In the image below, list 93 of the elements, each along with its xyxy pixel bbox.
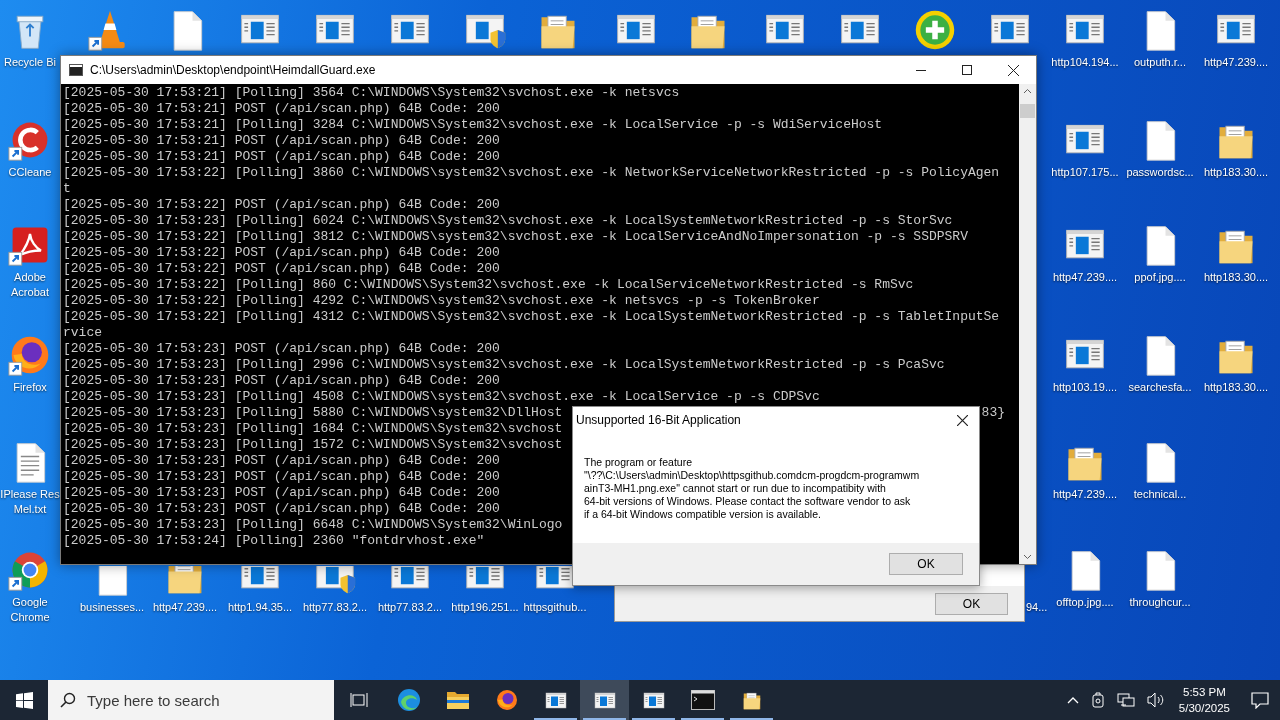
task-view-icon [349, 691, 370, 709]
windows-logo-icon [15, 691, 33, 709]
console-line: [2025-05-30 17:53:23] [Polling] 5880 C:\WINDOWS\system32\DllHost [63, 405, 563, 421]
search-field[interactable]: Type here to search [48, 680, 334, 720]
chevron-up-icon[interactable] [1066, 696, 1079, 704]
taskbar-app-button[interactable] [580, 680, 629, 720]
scroll-up-icon[interactable] [1023, 88, 1032, 94]
icon-label[interactable]: businesses... [79, 600, 145, 615]
console-line: [2025-05-30 17:53:23] [Polling] 1684 C:\WINDOWS\System32\svchost [63, 421, 563, 437]
icon-label[interactable]: searchesfa... [1128, 380, 1192, 395]
search-icon [60, 692, 76, 708]
console-line: [2025-05-30 17:53:22] [Polling] 4312 C:\WINDOWS\System32\svchost.exe -k LocalSystemNetworkRestricted -p -s TabletInputSe [63, 309, 1000, 325]
icon-label[interactable]: http47.239.... [1203, 55, 1269, 70]
folder-icon [445, 690, 470, 710]
icon-label[interactable]: IPlease Res Mel.txt [0, 487, 60, 517]
console-line: [2025-05-30 17:53:23] [Polling] 1572 C:\WINDOWS\System32\svchost [63, 437, 563, 453]
network-icon[interactable] [1116, 692, 1135, 708]
icon-label[interactable]: ppof.jpg.... [1134, 270, 1186, 285]
clock-time[interactable]: 5:53 PM [1183, 684, 1226, 700]
console-line: [2025-05-30 17:53:23] [Polling] 4508 C:\WINDOWS\system32\svchost.exe -k LocalService -p -s CDPSvc [63, 389, 820, 405]
icon-label[interactable]: Google Chrome [10, 595, 50, 625]
console-line: [2025-05-30 17:53:23] POST (/api/scan.php) 64B Code: 200 [63, 373, 500, 389]
terminal-icon [690, 690, 715, 710]
dialog-message: The program or feature "\??\C:\Users\admin\Desktop\httpsgithub.comdcm-progdcm-programwm ainT3-MH1.png.exe" cannot start or run due to incompatibity with 64-bit versions of Windows. Please contact the software vendor to ask if a 64-bit Windows compatible version is available. [584, 456, 921, 521]
notification-icon[interactable] [1251, 691, 1269, 709]
icon-label[interactable]: http183.30.... [1203, 380, 1269, 395]
console-line: [2025-05-30 17:53:23] POST (/api/scan.php) 64B Code: 200 [63, 501, 500, 517]
browser-wave-icon [396, 688, 421, 712]
console-line: [2025-05-30 17:53:21] POST (/api/scan.php) 64B Code: 200 [63, 149, 500, 165]
program-window-icon [592, 689, 617, 711]
ok-button[interactable]: OK [889, 553, 963, 575]
console-line: [2025-05-30 17:53:21] [Polling] 3564 C:\WINDOWS\System32\svchost.exe -k netsvcs [63, 85, 680, 101]
console-line: [2025-05-30 17:53:21] POST (/api/scan.php) 64B Code: 200 [63, 101, 500, 117]
ok-button[interactable]: OK [935, 592, 1008, 615]
icon-label[interactable]: http47.239.... [1052, 487, 1118, 502]
icon-label[interactable]: 94... [1026, 600, 1048, 615]
console-app-icon [69, 64, 83, 76]
console-line: [2025-05-30 17:53:21] POST (/api/scan.php) 64B Code: 200 [63, 133, 500, 149]
console-line: [2025-05-30 17:53:22] POST (/api/scan.php) 64B Code: 200 [63, 197, 500, 213]
console-line: [2025-05-30 17:53:24] [Polling] 2360 "fontdrvhost.exe" [63, 533, 485, 549]
console-line: [2025-05-30 17:53:23] POST (/api/scan.php) 64B Code: 200 [63, 341, 500, 357]
console-line: [2025-05-30 17:53:22] [Polling] 3860 C:\WINDOWS\system32\svchost.exe -k NetworkServiceNetworkRestricted -p -s PolicyAgen [63, 165, 1000, 181]
program-window-icon [543, 689, 568, 711]
fox-globe-icon [494, 688, 519, 712]
console-line: [2025-05-30 17:53:23] POST (/api/scan.php) 64B Code: 200 [63, 453, 500, 469]
scroll-down-icon[interactable] [1023, 554, 1032, 560]
console-line: [2025-05-30 17:53:23] POST (/api/scan.php) 64B Code: 200 [63, 469, 500, 485]
close-icon [1007, 64, 1019, 76]
scrollbar[interactable] [1019, 84, 1036, 564]
icon-label[interactable]: http1.94.35... [227, 600, 293, 615]
window-title: C:\Users\admin\Desktop\endpoint\HeimdallGuard.exe [90, 62, 377, 79]
icon-label[interactable]: httpsgithub... [523, 600, 587, 615]
speaker-icon[interactable] [1146, 692, 1165, 708]
clock-date[interactable]: 5/30/2025 [1178, 700, 1230, 716]
console-line: [2025-05-30 17:53:23] [Polling] 6648 C:\WINDOWS\System32\WinLogo [63, 517, 563, 533]
console-line: [2025-05-30 17:53:22] [Polling] 4292 C:\WINDOWS\system32\svchost.exe -k netsvcs -p -s TokenBroker [63, 293, 820, 309]
icon-label[interactable]: outputh.r... [1134, 55, 1186, 70]
console-line: 83} [981, 405, 1005, 421]
icon-label[interactable]: http77.83.2... [377, 600, 443, 615]
console-line: rvice [63, 325, 102, 341]
icon-label[interactable]: Firefox [13, 380, 47, 395]
close-icon [956, 414, 968, 426]
icon-label[interactable]: http183.30.... [1203, 165, 1269, 180]
icon-label[interactable]: Adobe Acrobat [11, 270, 49, 300]
icon-label[interactable]: http107.175... [1051, 165, 1119, 180]
icon-label[interactable]: http103.19.... [1052, 380, 1118, 395]
icon-label[interactable]: http104.194... [1051, 55, 1119, 70]
icon-label[interactable]: http77.83.2... [302, 600, 368, 615]
icon-label[interactable]: http47.239.... [152, 600, 218, 615]
icon-label[interactable]: http196.251... [451, 600, 519, 615]
program-window-icon [641, 689, 666, 711]
device-icon[interactable] [1090, 692, 1105, 708]
console-line: [2025-05-30 17:53:21] [Polling] 3284 C:\WINDOWS\System32\svchost.exe -k LocalService -p -s WdiServiceHost [63, 117, 883, 133]
icon-label[interactable]: http183.30.... [1203, 270, 1269, 285]
icon-label[interactable]: Recycle Bi [4, 55, 56, 70]
icon-label[interactable]: passwordsc... [1126, 165, 1194, 180]
plus-circle-icon[interactable] [913, 8, 957, 52]
icon-label[interactable]: http47.239.... [1052, 270, 1118, 285]
console-line: [2025-05-30 17:53:22] [Polling] 860 C:\WINDOWS\System32\svchost.exe -k LocalServiceNetworkRestricted -s RmSvc [63, 277, 914, 293]
scrollbar-thumb[interactable] [1020, 104, 1035, 118]
icon-label[interactable]: throughcur... [1129, 595, 1191, 610]
console-line: [2025-05-30 17:53:22] POST (/api/scan.php) 64B Code: 200 [63, 245, 500, 261]
console-line: [2025-05-30 17:53:23] POST (/api/scan.php) 64B Code: 200 [63, 485, 500, 501]
console-line: [2025-05-30 17:53:23] [Polling] 6024 C:\WINDOWS\System32\svchost.exe -k LocalSystemNetworkRestricted -p -s StorSvc [63, 213, 953, 229]
icon-label[interactable]: technical... [1133, 487, 1187, 502]
console-line: [2025-05-30 17:53:22] [Polling] 3812 C:\WINDOWS\system32\svchost.exe -k LocalServiceAndNoImpersonation -p -s SSDPSRV [63, 229, 968, 245]
console-line: [2025-05-30 17:53:23] [Polling] 2996 C:\WINDOWS\system32\svchost.exe -k LocalSystemNetworkRestricted -p -s PcaSvc [63, 357, 945, 373]
dialog-title: Unsupported 16-Bit Application [576, 412, 741, 429]
console-line: [2025-05-30 17:53:22] POST (/api/scan.php) 64B Code: 200 [63, 261, 500, 277]
console-line: t [63, 181, 71, 197]
icon-label[interactable]: CCleane [8, 165, 52, 180]
icon-label[interactable]: offtop.jpg.... [1056, 595, 1114, 610]
maximize-icon [962, 65, 972, 75]
